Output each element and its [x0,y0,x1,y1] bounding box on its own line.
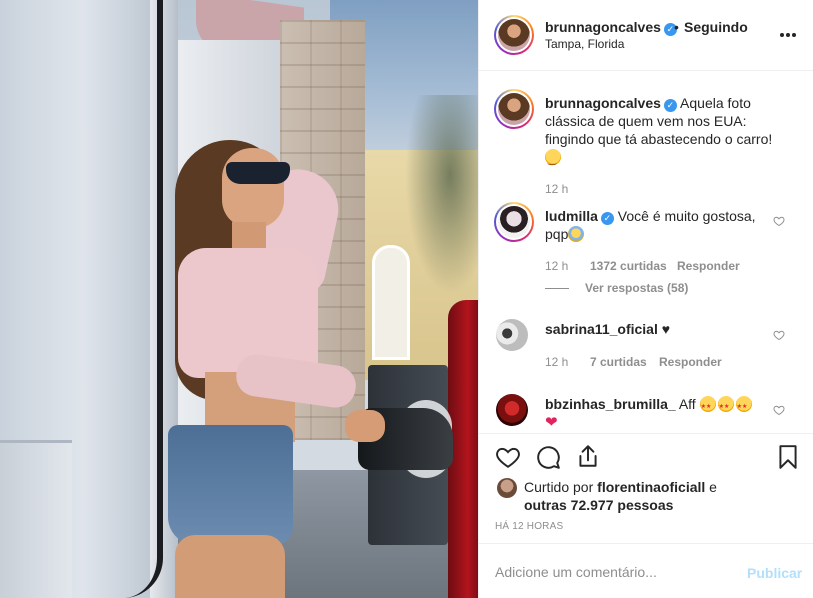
add-comment-bar: Publicar [479,543,813,598]
likes-others-button[interactable]: outras 72.977 pessoas [524,497,673,513]
likes-summary: Curtido por florentinaoficiall e outras … [524,478,804,514]
caption-text: brunnagoncalves ✓ Aquela foto clássica de… [545,94,795,170]
view-replies-line [545,288,569,289]
author-username[interactable]: brunnagoncalves ✓ [545,19,677,36]
liked-by-avatar[interactable] [497,478,517,498]
following-button[interactable]: Seguindo [684,19,748,35]
comment-username[interactable]: bbzinhas_brumilla_ [545,396,676,412]
comment-icon[interactable] [535,444,561,470]
star-struck-emoji-icon [699,396,716,416]
likes-conjunction: e [709,479,717,495]
liked-by-username[interactable]: florentinaoficiall [597,479,705,495]
photo-fuel-hose [118,0,163,598]
comment-time[interactable]: 12 h [545,355,568,369]
verified-badge-icon: ✓ [663,99,677,112]
more-options-icon[interactable] [779,22,797,43]
photo-tree [405,95,478,295]
red-heart-emoji-icon: ❤ [545,414,558,431]
caption-line-2: clássica de quem vem nos EUA: [545,113,747,129]
caption-line-3: fingindo que tá abastecendo o carro! [545,131,773,147]
publish-button[interactable]: Publicar [747,565,802,581]
caption-time[interactable]: 12 h [545,182,568,196]
caption-username[interactable]: brunnagoncalves [545,95,661,111]
comment-like-heart-icon[interactable] [773,404,785,416]
caption-line-1: Aquela foto [680,95,751,111]
bookmark-icon[interactable] [775,444,801,470]
star-struck-emoji-icon [717,396,734,416]
reply-button[interactable]: Responder [659,355,722,369]
comment-body-line-2: pqp [545,226,569,242]
comment-time[interactable]: 12 h [545,259,568,273]
comment-avatar[interactable] [496,394,528,426]
author-username-text[interactable]: brunnagoncalves [545,19,661,35]
header-separator: • [674,19,679,35]
photo-person-sunglasses [226,162,290,184]
comment-avatar[interactable] [494,202,534,242]
comment-username[interactable]: sabrina11_oficial [545,321,658,337]
reply-button[interactable]: Responder [677,259,740,273]
comment-avatar[interactable] [496,319,528,351]
comment-body-line-1: Você é muito gostosa, [617,208,756,224]
comment-text: sabrina11_oficial ♥ [545,320,770,338]
photo-person-denim-shorts [168,425,293,545]
comment-like-heart-icon[interactable] [773,329,785,341]
photo-person-legs [175,535,285,598]
verified-badge-icon: ✓ [600,212,614,225]
view-replies-button[interactable]: Ver respostas (58) [585,281,688,295]
photo-trash-bin [0,440,72,598]
post-side-panel: brunnagoncalves ✓ • Seguindo Tampa, Flori… [478,0,813,598]
comment-input[interactable] [495,564,725,580]
photo-person-hand [345,410,385,442]
author-avatar[interactable] [494,15,534,55]
heart-icon[interactable] [495,444,521,470]
comments-list[interactable]: brunnagoncalves ✓ Aquela foto clássica de… [479,71,813,433]
comment-username[interactable]: ludmilla [545,208,598,224]
post-header: brunnagoncalves ✓ • Seguindo Tampa, Flori… [479,0,813,71]
star-struck-emoji-icon [735,396,752,416]
rolling-laughing-emoji-icon [545,149,561,170]
comment-like-heart-icon[interactable] [773,215,785,227]
anxious-face-emoji-icon [568,226,585,242]
photo-person-face [222,148,284,228]
comment-body: Aff [678,396,696,412]
post-actions: Curtido por florentinaoficiall e outras … [479,433,813,558]
comment-like-count[interactable]: 7 curtidas [590,355,647,369]
caption-avatar[interactable] [494,89,534,129]
share-icon[interactable] [575,443,601,469]
comment-like-count[interactable]: 1372 curtidas [590,259,667,273]
likes-prefix: Curtido por [524,479,594,495]
post-timestamp[interactable]: HÁ 12 HORAS [495,521,563,532]
post-location[interactable]: Tampa, Florida [545,37,624,51]
comment-body: ♥ [661,321,671,337]
comment-text: ludmilla ✓ Você é muito gostosa, pqp [545,207,770,243]
post-photo[interactable] [0,0,478,598]
comment-text: bbzinhas_brumilla_ Aff ❤ [545,395,770,432]
